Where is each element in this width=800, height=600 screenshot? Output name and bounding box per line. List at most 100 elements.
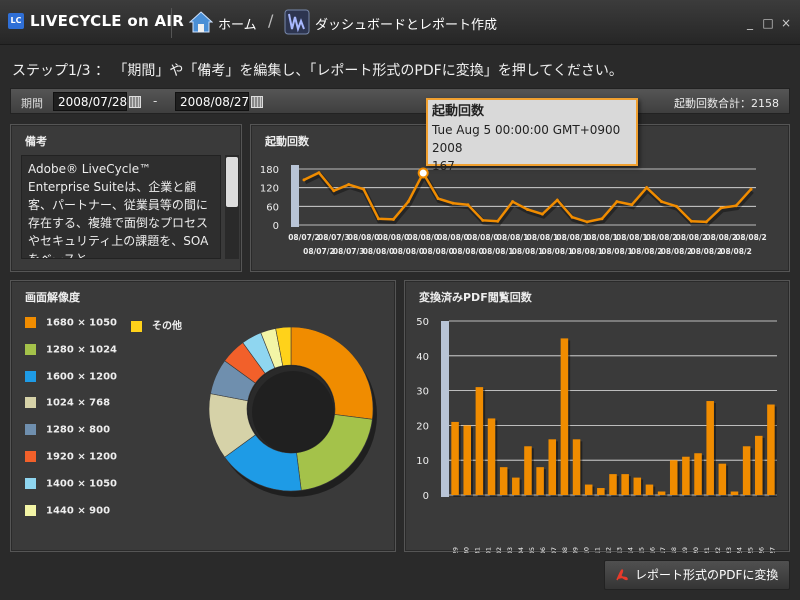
bar	[633, 477, 642, 495]
data-point	[391, 217, 395, 221]
x-tick-label: 08/08/15	[637, 547, 645, 553]
tooltip-date: Tue Aug 5 00:00:00 GMT+0900 2008	[432, 123, 621, 155]
start-date-field[interactable]: 2008/07/28	[53, 92, 127, 111]
data-point	[481, 218, 485, 222]
title-bar: LC LIVECYCLE on AIR ホーム / ダッシュボードとレポート作成…	[0, 0, 800, 45]
bar	[560, 338, 569, 495]
bar-chart: 0102030405008/07/2908/07/3008/07/3108/08…	[416, 317, 777, 553]
x-tick-label: 08/08/16	[648, 547, 656, 553]
end-date-field[interactable]: 2008/08/27	[175, 92, 249, 111]
nav-dashboard[interactable]: ダッシュボードとレポート作成	[315, 14, 497, 33]
x-tick-label: 08/08/1	[542, 247, 574, 256]
data-point	[302, 178, 306, 182]
x-tick-label: 08/08/0	[452, 247, 484, 256]
x-tick-label: 08/08/2	[661, 247, 693, 256]
x-tick-label: 08/08/2	[646, 233, 678, 242]
x-tick-label: 08/08/1	[556, 233, 588, 242]
x-tick-label: 08/08/10	[583, 547, 591, 553]
bar	[645, 484, 654, 495]
donut-chart	[208, 326, 377, 497]
x-tick-label: 08/08/19	[681, 547, 689, 553]
bar	[524, 446, 532, 495]
y-tick-label: 180	[260, 165, 279, 176]
scrollbar-thumb[interactable]	[226, 157, 238, 207]
donut-hole-shadow	[252, 371, 334, 453]
x-tick-label: 08/08/2	[735, 233, 767, 242]
data-point	[451, 201, 455, 205]
y-tick-label: 60	[266, 202, 279, 213]
minimize-button[interactable]: _	[744, 16, 756, 30]
data-point	[660, 200, 664, 204]
x-tick-label: 08/08/12	[605, 547, 613, 553]
total-launch-count: 起動回数合計：2158	[674, 97, 779, 110]
x-tick-label: 08/08/04	[517, 547, 525, 553]
bar	[767, 404, 775, 495]
bar	[463, 425, 471, 495]
line-series	[303, 170, 752, 224]
y-tick-label: 20	[416, 421, 429, 432]
y-axis-band	[291, 165, 299, 227]
x-tick-label: 08/08/0	[467, 233, 499, 242]
date-range-separator: -	[153, 94, 158, 108]
data-point	[377, 217, 380, 221]
window-controls: _ □ ×	[744, 16, 792, 30]
y-tick-label: 40	[416, 352, 429, 363]
data-point	[555, 198, 559, 202]
pdf-icon	[616, 569, 628, 581]
tooltip-value: 167	[432, 159, 455, 173]
y-axis-band	[441, 321, 449, 497]
x-tick-label: 08/08/1	[497, 233, 529, 242]
breadcrumb-separator: /	[268, 11, 274, 30]
bar	[512, 477, 520, 495]
period-label: 期間	[21, 97, 43, 110]
x-tick-label: 08/08/1	[586, 233, 618, 242]
bar	[548, 439, 557, 495]
home-icon[interactable]	[189, 10, 213, 34]
data-point	[466, 203, 470, 207]
data-point	[704, 220, 708, 224]
convert-to-pdf-button[interactable]: レポート形式のPDFに変換	[604, 560, 790, 590]
x-tick-label: 08/08/11	[594, 547, 602, 553]
data-point	[526, 207, 529, 211]
x-tick-label: 08/08/2	[720, 247, 752, 256]
data-point	[719, 206, 723, 210]
x-tick-label: 08/08/07	[550, 547, 558, 553]
data-point	[675, 204, 678, 208]
dashboard-icon	[284, 9, 310, 35]
data-point	[749, 187, 753, 191]
x-tick-label: 08/08/1	[512, 247, 544, 256]
x-tick-label: 08/08/05	[528, 547, 536, 553]
bar	[706, 401, 714, 495]
x-tick-label: 08/08/2	[676, 233, 708, 242]
data-point	[332, 189, 336, 193]
x-tick-label: 08/08/26	[758, 547, 766, 553]
livecycle-logo-icon: LC	[8, 13, 24, 29]
calendar-icon[interactable]	[129, 96, 141, 108]
x-tick-label: 08/07/3	[318, 233, 350, 242]
data-point	[540, 212, 544, 216]
data-point	[645, 186, 649, 190]
x-tick-label: 08/08/17	[659, 547, 667, 553]
notes-textarea[interactable]: Adobe® LiveCycle™ Enterprise Suiteは、企業と顧…	[21, 155, 221, 259]
bar	[755, 435, 763, 495]
data-point	[600, 217, 604, 221]
data-point	[630, 203, 634, 207]
bar	[621, 474, 629, 495]
close-button[interactable]: ×	[780, 16, 792, 30]
x-tick-label: 08/08/0	[393, 247, 425, 256]
x-tick-label: 08/08/14	[626, 547, 634, 553]
x-tick-label: 08/08/23	[725, 547, 733, 553]
bar	[572, 439, 581, 495]
nav-home[interactable]: ホーム	[218, 14, 257, 33]
x-tick-label: 08/07/31	[473, 547, 481, 553]
bar	[694, 453, 702, 495]
calendar-icon[interactable]	[251, 96, 263, 108]
x-tick-label: 08/08/2	[691, 247, 723, 256]
data-point	[570, 215, 574, 219]
x-tick-label: 08/08/2	[631, 247, 663, 256]
data-point	[615, 200, 619, 204]
x-tick-label: 08/08/01	[484, 547, 492, 553]
notes-scrollbar[interactable]	[225, 155, 239, 259]
maximize-button[interactable]: □	[762, 16, 774, 30]
data-point	[511, 200, 515, 204]
